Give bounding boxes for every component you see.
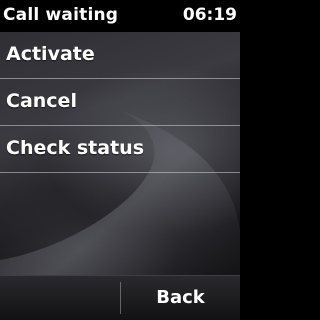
phone-screen: Call waiting 06:19 Activate Cancel Check… bbox=[0, 0, 240, 320]
back-button[interactable]: Back bbox=[121, 276, 240, 320]
screen-title: Call waiting bbox=[3, 5, 119, 25]
menu-item-activate[interactable]: Activate bbox=[0, 32, 240, 79]
menu-item-label: Activate bbox=[6, 43, 95, 65]
menu-item-label: Cancel bbox=[6, 90, 77, 112]
menu-item-check-status[interactable]: Check status bbox=[0, 126, 240, 173]
clock: 06:19 bbox=[182, 5, 237, 25]
menu-item-label: Check status bbox=[6, 137, 145, 159]
left-softkey[interactable] bbox=[0, 276, 120, 320]
options-menu: Activate Cancel Check status bbox=[0, 32, 240, 173]
back-button-label: Back bbox=[156, 287, 205, 308]
menu-item-cancel[interactable]: Cancel bbox=[0, 79, 240, 126]
softkey-bar: Back bbox=[0, 275, 240, 320]
status-bar: Call waiting 06:19 bbox=[0, 0, 240, 32]
